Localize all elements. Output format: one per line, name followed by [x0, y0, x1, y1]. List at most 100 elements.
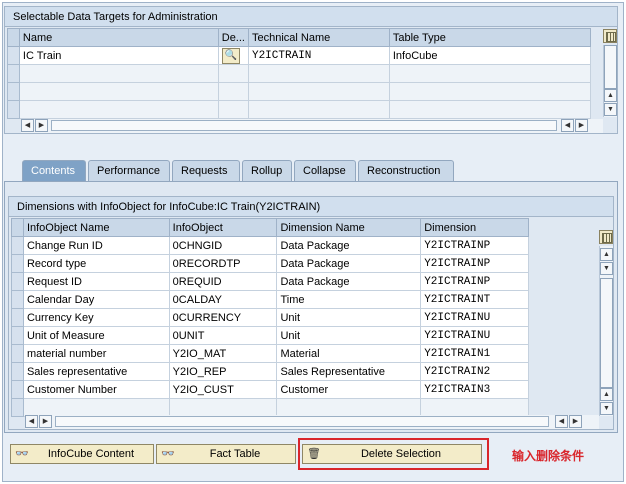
fact-table-button[interactable]: 👓 Fact Table: [156, 444, 296, 464]
column-header-technical-name[interactable]: Technical Name: [247, 28, 390, 47]
cell-infoobject[interactable]: Y2IO_CUST: [168, 380, 278, 399]
row-selector[interactable]: [11, 272, 24, 291]
scroll-up-icon[interactable]: ▲: [604, 89, 617, 102]
cell-dimension[interactable]: Y2ICTRAINP: [420, 272, 529, 291]
cell-dimension-name[interactable]: Data Package: [276, 254, 422, 273]
table-row[interactable]: material number Y2IO_MAT Material Y2ICTRAIN…: [11, 344, 529, 363]
column-header-name[interactable]: Name: [18, 28, 219, 47]
cell-dimension-name[interactable]: Time: [276, 290, 422, 309]
top-vertical-scrollbar[interactable]: ▲ ▼: [603, 45, 617, 117]
cell-dimension-name[interactable]: Customer: [276, 380, 422, 399]
cell-name[interactable]: IC Train: [18, 46, 219, 65]
cell-infoobject-name[interactable]: Unit of Measure: [22, 326, 170, 345]
cell-details[interactable]: 🔍: [217, 46, 249, 65]
table-row[interactable]: [7, 64, 592, 83]
cell-infoobject[interactable]: 0RECORDTP: [168, 254, 278, 273]
scroll-thumb[interactable]: [55, 416, 549, 427]
row-selector[interactable]: [7, 46, 20, 65]
table-row[interactable]: Change Run ID 0CHNGID Data Package Y2ICTRAI…: [11, 236, 529, 255]
scroll-thumb[interactable]: [51, 120, 557, 131]
table-row[interactable]: Calendar Day 0CALDAY Time Y2ICTRAINT: [11, 290, 529, 309]
row-selector[interactable]: [11, 308, 24, 327]
scroll-thumb[interactable]: [600, 278, 613, 388]
scroll-left-icon[interactable]: ◀: [21, 119, 34, 132]
cell-dimension-name[interactable]: Sales Representative: [276, 362, 422, 381]
cell-dimension[interactable]: Y2ICTRAINP: [420, 254, 529, 273]
tab-requests[interactable]: Requests: [172, 160, 240, 181]
cell-infoobject[interactable]: 0CALDAY: [168, 290, 278, 309]
tab-collapse[interactable]: Collapse: [294, 160, 356, 181]
table-row[interactable]: Request ID 0REQUID Data Package Y2ICTRAINP: [11, 272, 529, 291]
scroll-left-icon[interactable]: ◀: [25, 415, 38, 428]
cell-dimension-name[interactable]: Unit: [276, 326, 422, 345]
select-all-cell[interactable]: [7, 28, 20, 47]
row-selector[interactable]: [11, 254, 24, 273]
column-settings-icon[interactable]: [599, 230, 613, 244]
cell-dimension[interactable]: Y2ICTRAINP: [420, 236, 529, 255]
dimensions-horizontal-scrollbar[interactable]: ◀ ▶ ◀ ▶: [25, 415, 599, 429]
cell-infoobject-name[interactable]: Record type: [22, 254, 170, 273]
cell-dimension[interactable]: Y2ICTRAINU: [420, 326, 529, 345]
scroll-right-icon[interactable]: ▶: [575, 119, 588, 132]
row-selector[interactable]: [11, 236, 24, 255]
table-row[interactable]: IC Train 🔍 Y2ICTRAIN InfoCube: [7, 46, 592, 65]
column-header-dimension-name[interactable]: Dimension Name: [276, 218, 422, 237]
column-header-description[interactable]: De...: [217, 28, 249, 47]
scroll-down-icon[interactable]: ▼: [604, 103, 617, 116]
cell-technical-name[interactable]: Y2ICTRAIN: [247, 46, 390, 65]
cell-infoobject[interactable]: 0UNIT: [168, 326, 278, 345]
cell-infoobject[interactable]: 0CHNGID: [168, 236, 278, 255]
cell-infoobject[interactable]: Y2IO_MAT: [168, 344, 278, 363]
cell-infoobject-name[interactable]: material number: [22, 344, 170, 363]
scroll-up-icon[interactable]: ▲: [600, 248, 613, 261]
table-row[interactable]: Sales representative Y2IO_REP Sales Repres…: [11, 362, 529, 381]
table-row[interactable]: [7, 100, 592, 119]
cell-dimension-name[interactable]: Material: [276, 344, 422, 363]
cell-dimension-name[interactable]: Data Package: [276, 236, 422, 255]
table-row[interactable]: Record type 0RECORDTP Data Package Y2ICTRAI…: [11, 254, 529, 273]
scroll-left-icon[interactable]: ◀: [561, 119, 574, 132]
cell-infoobject-name[interactable]: Calendar Day: [22, 290, 170, 309]
tab-contents[interactable]: Contents: [22, 160, 86, 182]
tab-rollup[interactable]: Rollup: [242, 160, 292, 181]
cell-dimension[interactable]: Y2ICTRAIN2: [420, 362, 529, 381]
cell-infoobject-name[interactable]: Currency Key: [22, 308, 170, 327]
column-header-infoobject-name[interactable]: InfoObject Name: [22, 218, 170, 237]
scroll-down-icon[interactable]: ▼: [600, 262, 613, 275]
row-selector[interactable]: [11, 326, 24, 345]
table-row[interactable]: Customer Number Y2IO_CUST Customer Y2ICTRAI…: [11, 380, 529, 399]
cell-table-type[interactable]: InfoCube: [388, 46, 592, 65]
table-row[interactable]: Currency Key 0CURRENCY Unit Y2ICTRAINU: [11, 308, 529, 327]
scroll-up-icon[interactable]: ▲: [600, 388, 613, 401]
column-header-table-type[interactable]: Table Type: [388, 28, 592, 47]
cell-dimension-name[interactable]: Data Package: [276, 272, 422, 291]
magnifier-icon[interactable]: 🔍: [221, 48, 240, 64]
infocube-content-button[interactable]: 👓 InfoCube Content: [10, 444, 154, 464]
scroll-left-icon[interactable]: ◀: [555, 415, 568, 428]
column-header-infoobject[interactable]: InfoObject: [168, 218, 278, 237]
cell-infoobject[interactable]: Y2IO_REP: [168, 362, 278, 381]
cell-dimension[interactable]: Y2ICTRAINU: [420, 308, 529, 327]
scroll-thumb[interactable]: [604, 45, 617, 89]
scroll-right-icon[interactable]: ▶: [39, 415, 52, 428]
dimensions-vertical-scrollbar[interactable]: ▲ ▼ ▲ ▼: [599, 246, 613, 416]
cell-infoobject[interactable]: 0REQUID: [168, 272, 278, 291]
table-row[interactable]: [11, 398, 529, 417]
scroll-right-icon[interactable]: ▶: [35, 119, 48, 132]
row-selector[interactable]: [11, 380, 24, 399]
cell-dimension-name[interactable]: Unit: [276, 308, 422, 327]
table-row[interactable]: [7, 82, 592, 101]
cell-infoobject-name[interactable]: Change Run ID: [22, 236, 170, 255]
cell-infoobject-name[interactable]: Sales representative: [22, 362, 170, 381]
column-settings-icon[interactable]: [603, 29, 617, 43]
top-horizontal-scrollbar[interactable]: ◀ ▶ ◀ ▶: [21, 119, 603, 133]
tab-reconstruction[interactable]: Reconstruction: [358, 160, 454, 181]
cell-dimension[interactable]: Y2ICTRAIN3: [420, 380, 529, 399]
cell-dimension[interactable]: Y2ICTRAIN1: [420, 344, 529, 363]
cell-dimension[interactable]: Y2ICTRAINT: [420, 290, 529, 309]
tab-performance[interactable]: Performance: [88, 160, 170, 181]
cell-infoobject-name[interactable]: Request ID: [22, 272, 170, 291]
row-selector[interactable]: [11, 362, 24, 381]
select-all-cell[interactable]: [11, 218, 24, 237]
cell-infoobject[interactable]: 0CURRENCY: [168, 308, 278, 327]
